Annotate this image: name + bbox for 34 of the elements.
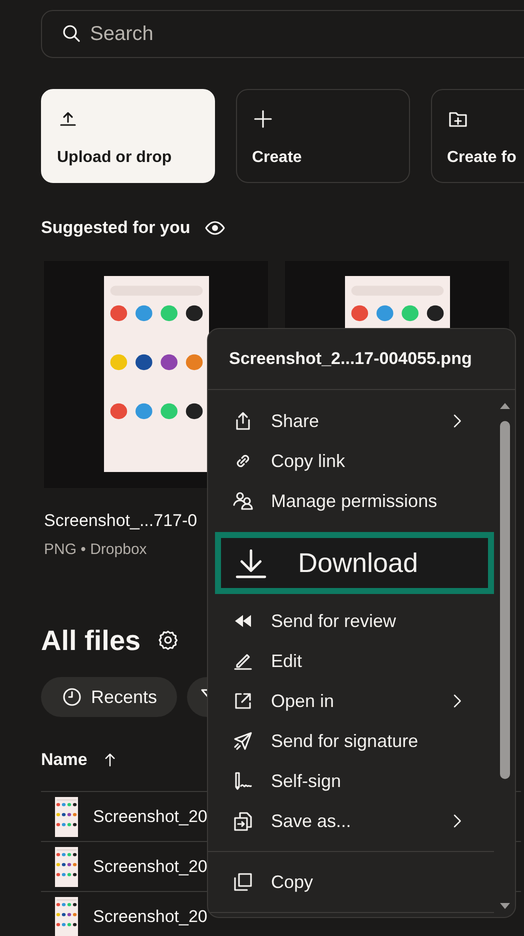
action-tile[interactable]: Create fo	[431, 89, 524, 183]
menu-item[interactable]: Save as...	[208, 801, 494, 841]
menu-item[interactable]: Open in	[208, 681, 494, 721]
menu-item[interactable]: Send for review	[208, 601, 494, 641]
section-heading: Suggested for you	[41, 217, 190, 239]
paper-plane-icon	[232, 730, 254, 752]
menu-item[interactable]: Send for signature	[208, 721, 494, 761]
file-name[interactable]: Screenshot_20	[93, 854, 208, 880]
action-tile[interactable]: Create	[236, 89, 410, 183]
menu-item[interactable]: Manage permissions	[208, 481, 494, 521]
clock-icon	[61, 686, 83, 708]
search-field[interactable]: Search	[41, 10, 524, 58]
column-header[interactable]: Name	[41, 747, 88, 773]
menu-item[interactable]: Copy	[208, 862, 494, 902]
people-icon	[232, 490, 254, 512]
section-title: All files	[41, 624, 141, 658]
menu-item[interactable]: Self-sign	[208, 761, 494, 801]
menu-item[interactable]: Download	[215, 532, 494, 594]
menu-title: Screenshot_2...17-004055.png	[208, 329, 515, 390]
file-meta: PNG • Dropbox	[44, 540, 148, 560]
plus-icon	[252, 108, 274, 130]
scrollbar-thumb[interactable]	[500, 421, 510, 779]
save-as-icon	[232, 810, 254, 832]
copy-icon	[232, 871, 254, 893]
external-link-icon	[232, 690, 254, 712]
menu-item[interactable]: Share	[208, 401, 494, 441]
menu-item[interactable]: Copy link	[208, 441, 494, 481]
filter-chip[interactable]: Recents	[41, 677, 178, 718]
action-tile[interactable]: Upload or drop	[41, 89, 215, 183]
signature-icon	[232, 770, 254, 792]
file-name[interactable]: Screenshot_20	[93, 904, 208, 930]
file-name[interactable]: Screenshot_20	[93, 804, 208, 830]
settings-icon	[156, 629, 179, 652]
menu-item[interactable]: Edit	[208, 641, 494, 681]
